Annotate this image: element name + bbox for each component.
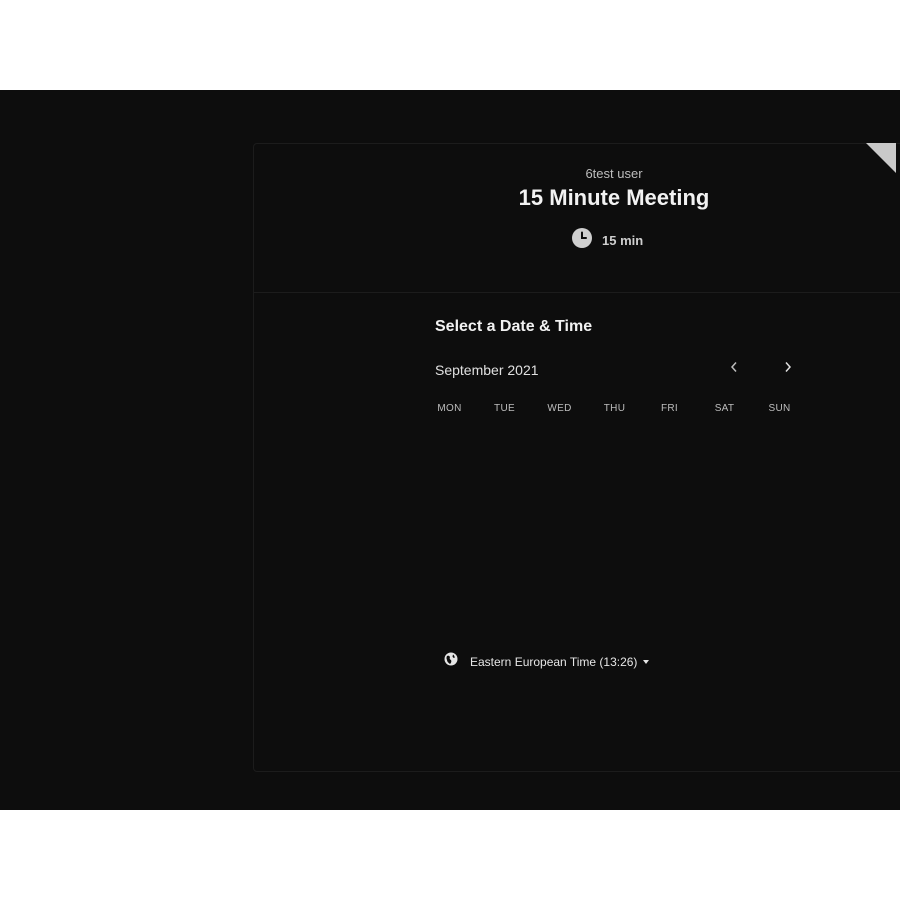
weekday-mon: MON — [437, 403, 462, 414]
chevron-right-icon — [783, 360, 793, 378]
timezone-selector[interactable]: Eastern European Time (13:26) — [444, 652, 650, 671]
picker-title: Select a Date & Time — [435, 318, 593, 335]
weekday-sat: SAT — [714, 403, 735, 414]
chevron-left-icon — [729, 360, 739, 378]
current-month: September 2021 — [435, 362, 539, 378]
weekday-wed: WED — [547, 403, 572, 414]
weekday-tue: TUE — [494, 403, 515, 414]
weekday-sun: SUN — [768, 403, 791, 414]
globe-icon — [444, 652, 458, 671]
next-month-button[interactable] — [777, 358, 799, 380]
booking-page: 6test user 15 Minute Meeting 15 min Sele… — [0, 90, 900, 810]
event-header: 6test user 15 Minute Meeting 15 min — [254, 144, 900, 293]
timezone-label: Eastern European Time (13:26) — [470, 654, 638, 669]
weekday-fri: FRI — [660, 403, 678, 414]
weekday-header: MON TUE WED THU FRI SAT SUN — [422, 403, 807, 414]
previous-month-button[interactable] — [723, 358, 745, 380]
event-duration: 15 min — [572, 227, 644, 253]
clock-icon — [572, 227, 592, 253]
weekday-thu: THU — [603, 403, 626, 414]
scheduling-card: 6test user 15 Minute Meeting 15 min Sele… — [253, 143, 900, 772]
caret-down-icon — [643, 659, 650, 664]
event-title: 15 Minute Meeting — [518, 185, 710, 210]
host-name: 6test user — [585, 166, 643, 181]
duration-label: 15 min — [602, 232, 644, 248]
